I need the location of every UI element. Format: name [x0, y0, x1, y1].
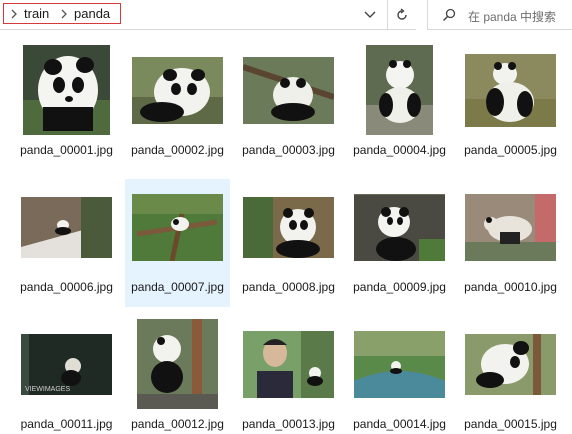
thumbnail: [461, 316, 560, 412]
panda-photo: [21, 196, 112, 258]
file-name: panda_00009.jpg: [353, 280, 446, 294]
file-item[interactable]: panda_00015.jpg: [458, 316, 563, 434]
panda-photo: [137, 319, 218, 409]
file-name: panda_00005.jpg: [464, 143, 557, 157]
thumbnail: [239, 179, 338, 275]
file-item[interactable]: panda_00012.jpg: [125, 316, 230, 434]
thumbnail: [350, 42, 449, 138]
thumbnail: [239, 316, 338, 412]
file-item[interactable]: panda_00009.jpg: [347, 179, 452, 307]
thumbnail: [128, 316, 227, 412]
file-name: panda_00013.jpg: [242, 417, 335, 431]
file-name: panda_00003.jpg: [242, 143, 335, 157]
file-name: panda_00010.jpg: [464, 280, 557, 294]
file-item[interactable]: VIEWIMAGES panda_00011.jpg: [14, 316, 119, 434]
thumbnail: [461, 179, 560, 275]
panda-photo: [243, 196, 334, 258]
address-history-dropdown[interactable]: [355, 0, 385, 30]
address-bar[interactable]: train panda: [0, 0, 416, 30]
thumbnail: [461, 42, 560, 138]
search-box[interactable]: 在 panda 中搜索: [427, 0, 572, 30]
chevron-right-icon[interactable]: [9, 7, 19, 21]
file-item[interactable]: panda_00005.jpg: [458, 42, 563, 170]
file-name: panda_00008.jpg: [242, 280, 335, 294]
file-item[interactable]: panda_00014.jpg: [347, 316, 452, 434]
file-item[interactable]: panda_00004.jpg: [347, 42, 452, 170]
thumbnail: [17, 42, 116, 138]
file-item[interactable]: panda_00010.jpg: [458, 179, 563, 307]
file-name: panda_00002.jpg: [131, 143, 224, 157]
file-name: panda_00011.jpg: [20, 417, 113, 431]
panda-photo: [465, 193, 556, 261]
file-name: panda_00015.jpg: [464, 417, 557, 431]
file-item[interactable]: panda_00006.jpg: [14, 179, 119, 307]
file-name: panda_00012.jpg: [131, 417, 224, 431]
search-input[interactable]: 在 panda 中搜索: [468, 8, 556, 25]
search-icon: [442, 8, 456, 22]
panda-photo: [465, 333, 556, 395]
thumbnail: [350, 179, 449, 275]
panda-photo: [354, 193, 445, 261]
refresh-icon: [397, 8, 407, 20]
address-bar-area: train panda 在 panda 中搜索: [0, 0, 572, 30]
chevron-right-icon[interactable]: [59, 7, 69, 21]
thumbnail: [350, 316, 449, 412]
file-item[interactable]: panda_00007.jpg: [125, 179, 230, 307]
panda-photo: [23, 45, 110, 135]
chevron-down-icon: [364, 11, 376, 18]
file-name: panda_00014.jpg: [353, 417, 446, 431]
watermark-text: VIEWIMAGES: [25, 386, 70, 393]
file-name: panda_00001.jpg: [20, 143, 113, 157]
breadcrumb-train[interactable]: train: [24, 6, 49, 21]
file-name: panda_00006.jpg: [20, 280, 113, 294]
thumbnail: [239, 42, 338, 138]
file-item[interactable]: panda_00008.jpg: [236, 179, 341, 307]
file-item[interactable]: panda_00003.jpg: [236, 42, 341, 170]
thumbnail: [17, 179, 116, 275]
person-photo: [243, 330, 334, 398]
file-name: panda_00007.jpg: [131, 280, 224, 294]
panda-photo: [366, 45, 433, 135]
panda-photo: [465, 53, 556, 127]
thumbnail: VIEWIMAGES: [17, 316, 116, 412]
file-item[interactable]: panda_00013.jpg: [236, 316, 341, 434]
panda-photo: [132, 193, 223, 261]
panda-photo: VIEWIMAGES: [21, 333, 112, 395]
file-item[interactable]: panda_00002.jpg: [125, 42, 230, 170]
panda-photo: [243, 56, 334, 124]
panda-photo: [132, 56, 223, 124]
breadcrumb-panda[interactable]: panda: [74, 6, 110, 21]
thumbnail: [128, 42, 227, 138]
thumbnail: [128, 179, 227, 275]
file-name: panda_00004.jpg: [353, 143, 446, 157]
file-item[interactable]: panda_00001.jpg: [14, 42, 119, 170]
refresh-button[interactable]: [387, 0, 416, 30]
panda-photo: [354, 330, 445, 398]
